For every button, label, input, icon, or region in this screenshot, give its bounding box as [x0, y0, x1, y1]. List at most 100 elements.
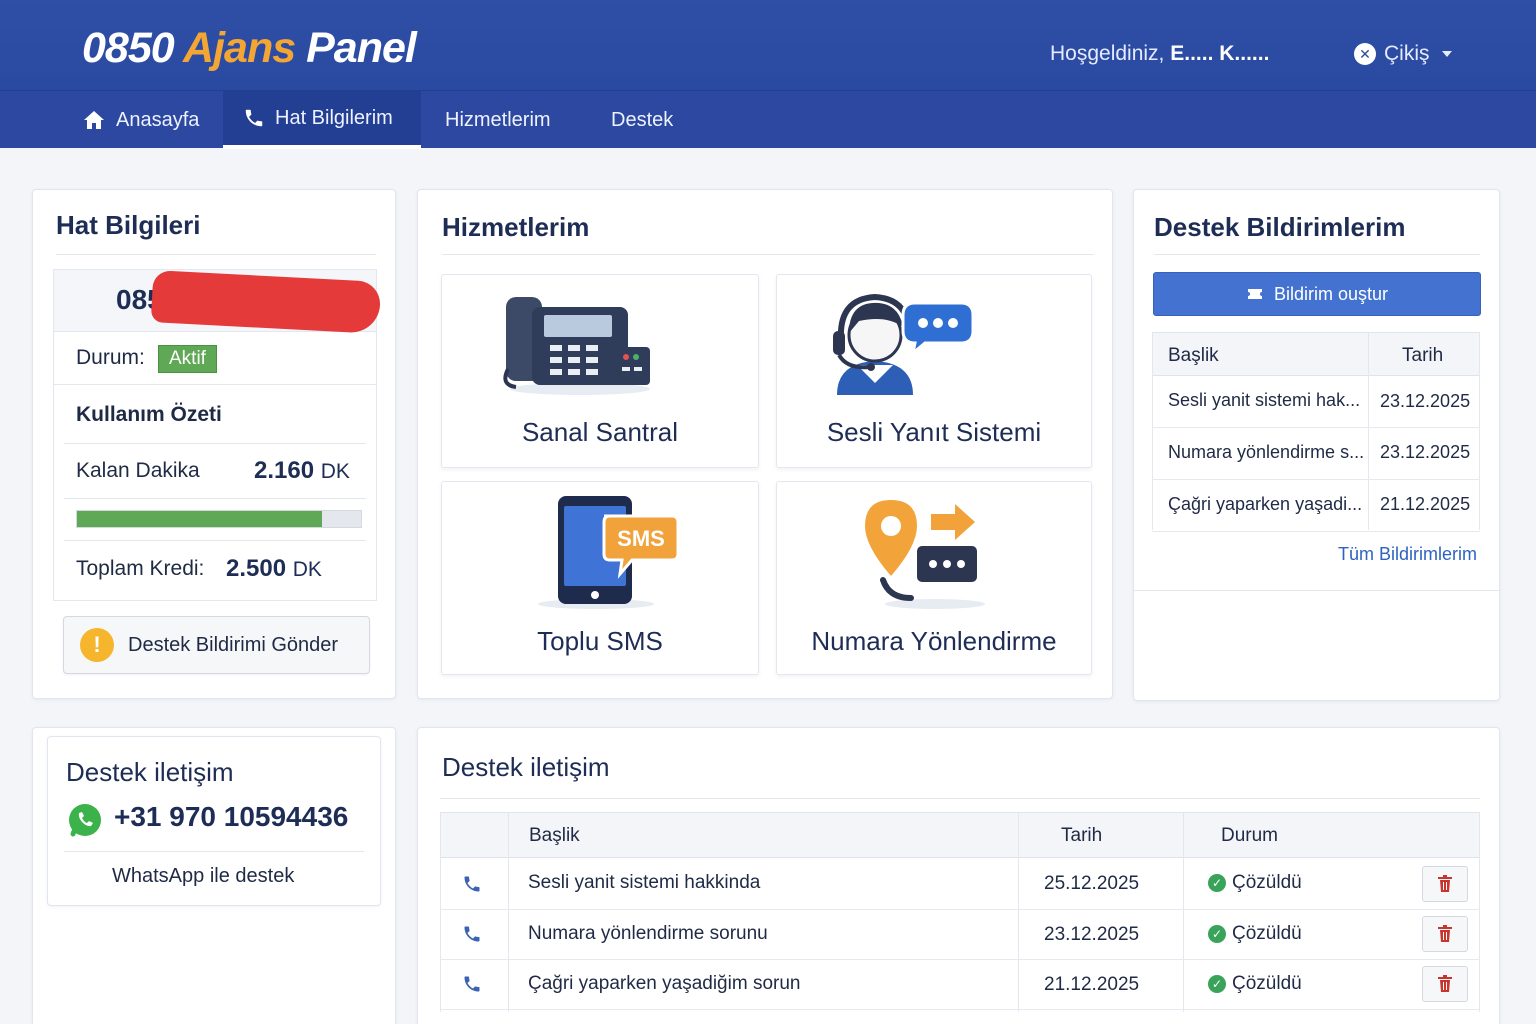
- send-support-ticket-button[interactable]: ! Destek Bildirimi Gönder: [63, 616, 370, 674]
- row-date: 23.12.2025: [1380, 391, 1471, 411]
- column-header-status: Durum: [1221, 825, 1279, 846]
- table-row[interactable]: Çağri yaparken yaşadiğim sorun 21.12.202…: [440, 960, 1480, 1010]
- brand-part-2: Ajans: [183, 24, 296, 72]
- row-date: 23.12.2025: [1044, 924, 1140, 945]
- row-status: ✓ Çözüldü: [1208, 872, 1302, 894]
- usage-title: Kullanım Özeti: [76, 403, 222, 426]
- sms-phone-icon: SMS: [538, 496, 680, 609]
- unit-label: DK: [292, 558, 322, 581]
- check-circle-icon: ✓: [1208, 873, 1226, 892]
- row-title: Numara yönlendirme s...: [1168, 442, 1365, 462]
- nav-label: Destek: [611, 108, 674, 131]
- row-date: 25.12.2025: [1044, 873, 1140, 894]
- row-title: Sesli yanit sistemi hak...: [1168, 390, 1361, 410]
- total-credit-number: 2.500: [226, 555, 287, 582]
- phone-icon: [464, 976, 480, 992]
- trash-icon: [1438, 975, 1452, 992]
- notifications-table-header: Başlik Tarih: [1152, 332, 1480, 376]
- row-status: ✓ Çözüldü: [1208, 923, 1302, 945]
- logout-menu[interactable]: ✕ Çikiş: [1354, 42, 1452, 66]
- status-text: Çözüldü: [1232, 923, 1302, 944]
- row-title: Numara yönlendirme sorunu: [528, 923, 768, 944]
- all-notifications-link[interactable]: Tüm Bildirimlerim: [1338, 544, 1477, 565]
- row-title: Sesli yanit sistemi hakkinda: [528, 872, 761, 893]
- service-label: Numara Yönlendirme: [811, 626, 1057, 656]
- nav-item-hizmetlerim[interactable]: Hizmetlerim: [425, 91, 571, 149]
- delete-button[interactable]: [1422, 866, 1468, 902]
- card-title: Destek iletişim: [442, 752, 610, 782]
- column-header-title: Başlik: [1168, 345, 1219, 366]
- logout-label: Çikiş: [1384, 42, 1430, 65]
- divider: [64, 443, 366, 444]
- service-tile-sanal-santral[interactable]: Sanal Santral: [441, 274, 759, 468]
- divider: [64, 498, 366, 499]
- whatsapp-contact-card: Destek iletişim +31 970 10594436 WhatsAp…: [47, 736, 381, 906]
- status-label: Durum:: [76, 346, 145, 369]
- service-tile-sesli-yanit-sistemi[interactable]: Sesli Yanıt Sistemi: [776, 274, 1092, 468]
- row-date: 21.12.2025: [1044, 974, 1140, 995]
- ticket-icon: [1247, 289, 1262, 299]
- table-row[interactable]: Çağri yaparken yaşadi... 21.12.2025: [1152, 480, 1480, 532]
- row-title: Çağri yaparken yaşadiğim sorun: [528, 973, 801, 994]
- column-header-title: Başlik: [529, 825, 580, 846]
- services-card: Hizmetlerim Sanal Santral Sesli Yanıt Si…: [417, 189, 1113, 699]
- card-title: Destek iletişim: [66, 757, 234, 787]
- brand-part-3: Panel: [306, 24, 417, 72]
- phone-icon: [245, 109, 263, 127]
- total-credit-label: Toplam Kredi:: [76, 557, 205, 580]
- check-circle-icon: ✓: [1208, 924, 1226, 943]
- welcome-text: Hoşgeldiniz, E..... K......: [1050, 42, 1269, 66]
- row-date: 21.12.2025: [1380, 494, 1471, 514]
- whatsapp-phone-number[interactable]: +31 970 10594436: [114, 801, 348, 833]
- logout-icon: ✕: [1354, 43, 1376, 65]
- divider: [56, 254, 376, 255]
- service-label: Sanal Santral: [521, 417, 679, 447]
- redaction-mark: [150, 270, 382, 334]
- row-date: 23.12.2025: [1380, 442, 1471, 462]
- delete-button[interactable]: [1422, 916, 1468, 952]
- service-tile-numara-yonlendirme[interactable]: Numara Yönlendirme: [776, 481, 1092, 675]
- column-header-date: Tarih: [1402, 345, 1444, 366]
- divider: [64, 540, 366, 541]
- table-row[interactable]: Numara yönlendirme s... 23.12.2025: [1152, 428, 1480, 480]
- remaining-minutes-label: Kalan Dakika: [76, 459, 200, 482]
- button-label: Destek Bildirimi Gönder: [128, 633, 339, 656]
- nav-label: Hizmetlerim: [445, 108, 551, 131]
- support-notifications-card: Destek Bildirimlerim Bildirim ouştur Baş…: [1133, 189, 1500, 701]
- status-text: Çözüldü: [1232, 973, 1302, 994]
- nav-item-hat-bilgilerim[interactable]: Hat Bilgilerim: [223, 91, 421, 149]
- nav-item-destek[interactable]: Destek: [591, 91, 693, 149]
- service-tile-toplu-sms[interactable]: SMS Toplu SMS: [441, 481, 759, 675]
- row-title: Çağri yaparken yaşadi...: [1168, 494, 1363, 514]
- top-header: 0850 Ajans Panel Hoşgeldiniz, E..... K..…: [0, 0, 1536, 90]
- sms-icon-text: SMS: [617, 526, 665, 551]
- number-row: 085: [54, 270, 382, 334]
- create-notification-button[interactable]: Bildirim ouştur: [1153, 272, 1481, 316]
- status-text: Çözüldü: [1232, 872, 1302, 893]
- check-circle-icon: ✓: [1208, 974, 1226, 993]
- user-name: E..... K......: [1170, 42, 1270, 65]
- button-label: Bildirim ouştur: [1273, 283, 1389, 304]
- headset-agent-icon: [833, 293, 975, 395]
- trash-icon: [1438, 875, 1452, 892]
- row-status: ✓ Çözüldü: [1208, 973, 1302, 995]
- total-credit-value: 2.500 DK: [226, 555, 322, 583]
- table-row[interactable]: Sesli yanit sistemi hakkinda 25.12.2025 …: [440, 858, 1480, 910]
- divider: [64, 851, 364, 852]
- table-row[interactable]: Numara yönlendirme sorunu 23.12.2025 ✓ Çö…: [440, 910, 1480, 960]
- column-header-date: Tarih: [1061, 825, 1103, 846]
- whatsapp-caption: WhatsApp ile destek: [112, 865, 295, 887]
- brand-logo[interactable]: 0850 Ajans Panel: [82, 24, 417, 73]
- trash-icon: [1438, 925, 1452, 942]
- delete-button[interactable]: [1422, 966, 1468, 1002]
- card-title: Destek Bildirimlerim: [1154, 212, 1406, 242]
- phone-icon: [464, 926, 480, 942]
- card-title: Hat Bilgileri: [56, 210, 201, 240]
- divider: [1154, 254, 1480, 255]
- table-row[interactable]: Sesli yanit sistemi hak... 23.12.2025: [1152, 376, 1480, 428]
- service-label: Toplu SMS: [537, 626, 663, 656]
- whatsapp-icon: [69, 804, 101, 837]
- nav-item-anasayfa[interactable]: Anasayfa: [62, 91, 219, 149]
- nav-label: Anasayfa: [116, 108, 200, 131]
- remaining-minutes-value: 2.160 DK: [254, 457, 350, 485]
